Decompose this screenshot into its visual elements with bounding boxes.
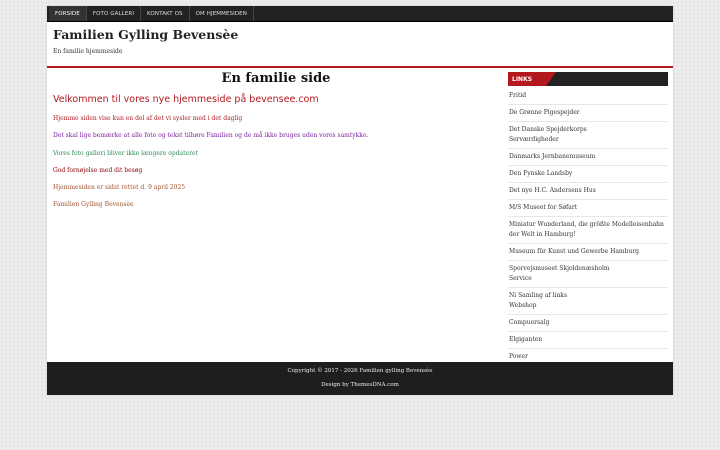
- paragraph: Hjemmesiden er sidst rettet d. 9 april 2…: [53, 184, 186, 191]
- paragraph: Vores foto galleri bliver ikke længere o…: [53, 150, 198, 157]
- page-wrapper: Forside Foto galleri Kontakt os Om hjemm…: [47, 6, 673, 395]
- nav-item-kontakt-os[interactable]: Kontakt os: [141, 6, 190, 21]
- nav-item-foto-galleri[interactable]: Foto galleri: [87, 6, 142, 21]
- sidebar-link[interactable]: Ni Samling af links Webshop: [508, 288, 668, 315]
- sidebar-link[interactable]: Det nye H.C. Andersens Hus: [508, 183, 668, 200]
- sidebar-link[interactable]: Museum für Kunst und Gewerbe Hamburg: [508, 244, 668, 261]
- sidebar-heading: LINKS: [508, 72, 668, 86]
- sidebar-link-list: Fritid De Grønne Pigespejder Det Danske Sp…: [508, 88, 668, 366]
- paragraph: Familien Gylling Bevensèe: [53, 201, 134, 208]
- paragraph: Hjemme siden vise kun en del af det vi s…: [53, 115, 243, 122]
- sidebar-link[interactable]: Miniatur Wunderland, die größte Modellei…: [508, 217, 668, 244]
- sidebar-heading-label: LINKS: [508, 72, 556, 86]
- top-navigation: Forside Foto galleri Kontakt os Om hjemm…: [47, 6, 673, 22]
- footer-credit[interactable]: Design by ThemesDNA.com: [47, 382, 673, 388]
- sidebar-link[interactable]: Compuersalg: [508, 315, 668, 332]
- welcome-heading: Velkommen til vores nye hjemmeside på be…: [53, 94, 319, 105]
- site-title[interactable]: Familien Gylling Bevensèe: [53, 27, 238, 42]
- sidebar-link[interactable]: Den Fynske Landsby: [508, 166, 668, 183]
- sidebar-link[interactable]: Det Danske Spejderkorps Serværdigheder: [508, 122, 668, 149]
- paragraph: God fornøjelse med dit besøg: [53, 167, 143, 174]
- sidebar-link[interactable]: Sporvejsmuseet Skjoldenæsholm Service: [508, 261, 668, 288]
- paragraph: Det skal lige bemærke at alle foto og te…: [53, 132, 369, 139]
- site-header: Familien Gylling Bevensèe En familie hje…: [47, 22, 673, 68]
- footer-copyright: Copyright © 2017 - 2026 Familien gylling…: [287, 368, 433, 374]
- nav-item-forside[interactable]: Forside: [49, 6, 87, 21]
- nav-item-om-hjemmesiden[interactable]: Om hjemmesiden: [190, 6, 254, 21]
- sidebar-link[interactable]: De Grønne Pigespejder: [508, 105, 668, 122]
- sidebar-link[interactable]: Fritid: [508, 88, 668, 105]
- site-footer: Copyright © 2017 - 2026 Familien gylling…: [47, 362, 673, 395]
- sidebar-link[interactable]: Danmarks Jernbanemuseum: [508, 149, 668, 166]
- sidebar-link[interactable]: Elgiganten: [508, 332, 668, 349]
- main-content: En familie side Velkommen til vores nye …: [47, 68, 505, 363]
- page-title: En familie side: [221, 71, 331, 86]
- sidebar-link[interactable]: M/S Museet for Søfart: [508, 200, 668, 217]
- site-description: En familie hjemmeside: [53, 48, 123, 55]
- sidebar: LINKS Fritid De Grønne Pigespejder Det Dan…: [508, 72, 668, 366]
